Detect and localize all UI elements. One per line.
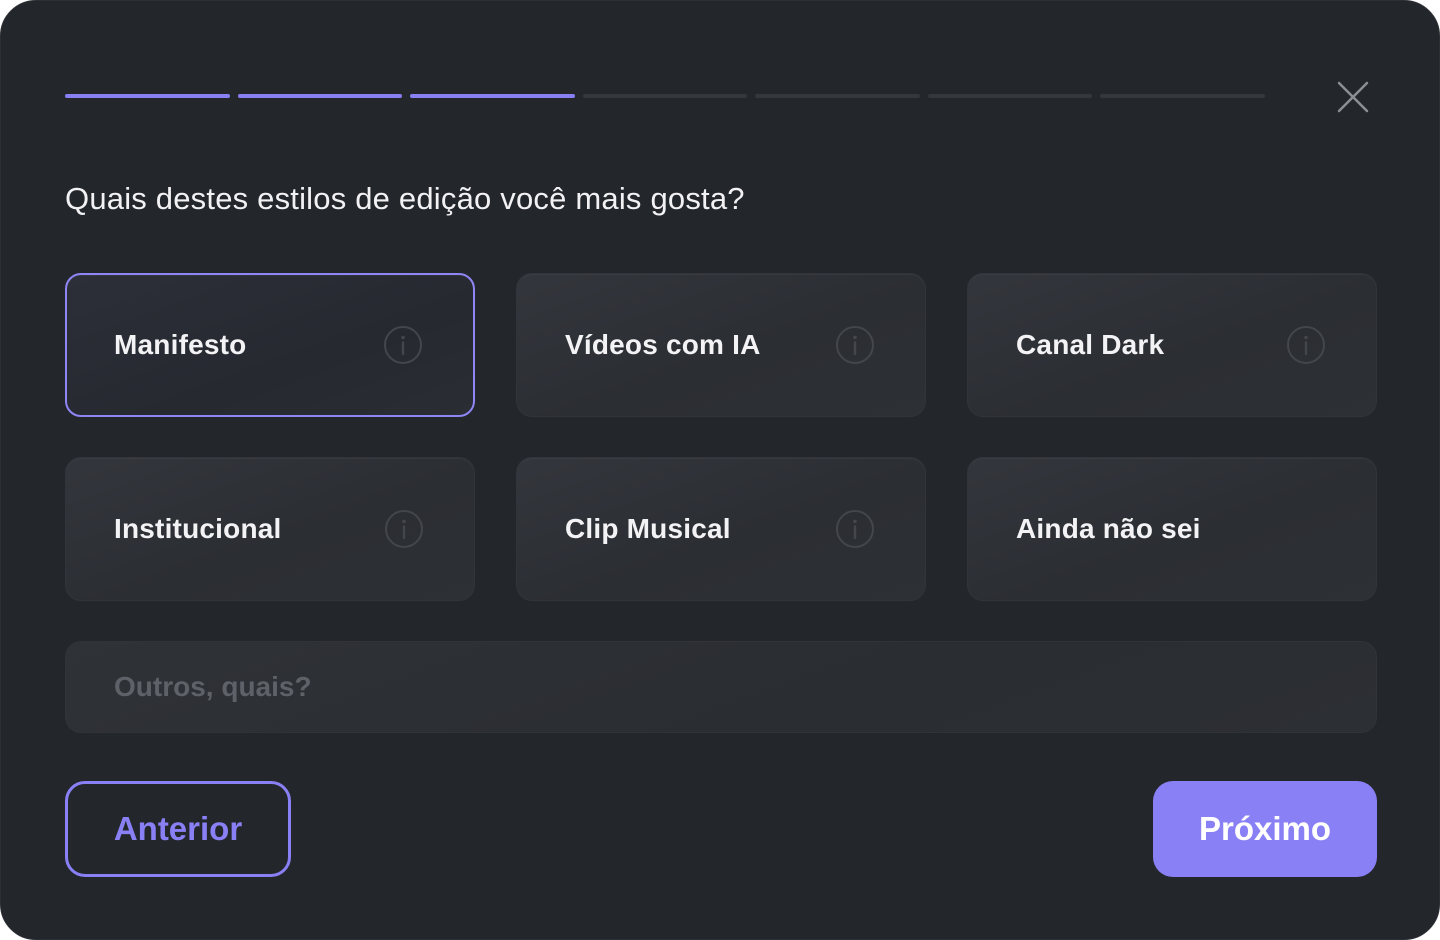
progress-bar xyxy=(65,94,1266,98)
option-label: Manifesto xyxy=(114,329,247,360)
options-grid: Manifesto Vídeos com IA Canal Dark Insti… xyxy=(65,273,1377,601)
option-institucional[interactable]: Institucional xyxy=(65,457,475,601)
option-manifesto[interactable]: Manifesto xyxy=(65,273,475,417)
option-label: Canal Dark xyxy=(1016,329,1165,360)
option-videos-com-ia[interactable]: Vídeos com IA xyxy=(516,273,926,417)
progress-segment-3 xyxy=(410,94,575,98)
option-label: Clip Musical xyxy=(565,513,731,544)
option-clip-musical[interactable]: Clip Musical xyxy=(516,457,926,601)
next-button[interactable]: Próximo xyxy=(1153,781,1377,877)
option-label: Ainda não sei xyxy=(1016,513,1201,544)
progress-segment-1 xyxy=(65,94,230,98)
progress-segment-5 xyxy=(755,94,920,98)
option-canal-dark[interactable]: Canal Dark xyxy=(967,273,1377,417)
info-icon[interactable] xyxy=(835,325,875,365)
close-button[interactable] xyxy=(1329,73,1377,121)
option-label: Institucional xyxy=(114,513,282,544)
progress-segment-6 xyxy=(927,94,1093,98)
info-icon[interactable] xyxy=(384,509,424,549)
info-icon[interactable] xyxy=(383,325,423,365)
question-title: Quais destes estilos de edição você mais… xyxy=(65,181,745,216)
progress-segment-4 xyxy=(582,94,748,98)
progress-segment-7 xyxy=(1100,94,1266,98)
previous-button[interactable]: Anterior xyxy=(65,781,291,877)
onboarding-modal: Quais destes estilos de edição você mais… xyxy=(0,0,1440,940)
info-icon[interactable] xyxy=(835,509,875,549)
option-ainda-nao-sei[interactable]: Ainda não sei xyxy=(967,457,1377,601)
info-icon[interactable] xyxy=(1286,325,1326,365)
close-icon xyxy=(1337,81,1369,113)
option-label: Vídeos com IA xyxy=(565,329,761,360)
progress-segment-2 xyxy=(237,94,403,98)
other-styles-input[interactable] xyxy=(65,641,1377,733)
